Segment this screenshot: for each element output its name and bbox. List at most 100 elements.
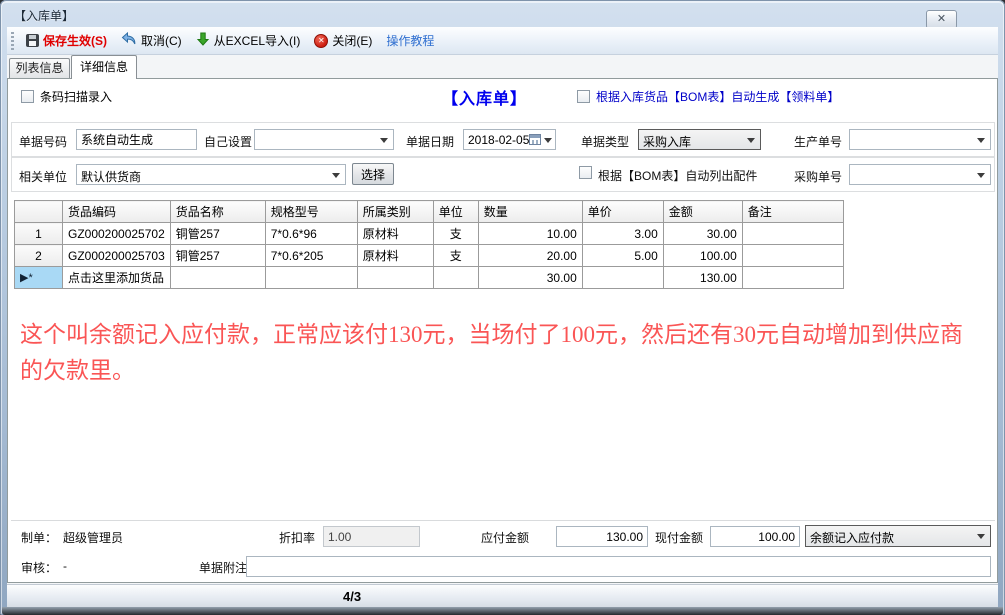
calendar-icon bbox=[529, 134, 541, 145]
maker-label: 制单： bbox=[21, 529, 57, 546]
col-header-category[interactable]: 所属类别 bbox=[357, 201, 433, 223]
cell-category[interactable] bbox=[357, 267, 433, 289]
cell-amount[interactable]: 30.00 bbox=[663, 223, 742, 245]
cell-price[interactable]: 3.00 bbox=[582, 223, 663, 245]
row-number[interactable]: 2 bbox=[15, 245, 63, 267]
self-set-combobox[interactable] bbox=[254, 129, 394, 150]
doc-type-combobox-value: 采购入库 bbox=[643, 133, 691, 150]
doc-no-label: 单据号码 bbox=[19, 133, 67, 150]
down-arrow-icon bbox=[196, 32, 210, 49]
close-form-button-label: 关闭(E) bbox=[332, 32, 372, 49]
chevron-down-icon bbox=[380, 138, 388, 147]
cell-category[interactable]: 原材料 bbox=[357, 223, 433, 245]
toolbar: 保存生效(S) 取消(C) 从EXCEL导入(I) ✕ 关闭(E) 操作教程 bbox=[7, 27, 998, 55]
balance-mode-value: 余额记入应付款 bbox=[810, 529, 894, 546]
col-header-name[interactable]: 货品名称 bbox=[170, 201, 265, 223]
purchase-no-combobox[interactable] bbox=[849, 164, 991, 185]
add-goods-cell[interactable]: 点击这里添加货品 bbox=[63, 267, 171, 289]
col-header-price[interactable]: 单价 bbox=[582, 201, 663, 223]
new-row-marker[interactable]: ▶* bbox=[15, 267, 63, 289]
window-title: 【入库单】 bbox=[14, 7, 74, 24]
cell-amount[interactable]: 100.00 bbox=[663, 245, 742, 267]
cell-unit[interactable] bbox=[433, 267, 478, 289]
cell-qty[interactable]: 20.00 bbox=[478, 245, 582, 267]
payable-input[interactable] bbox=[556, 526, 648, 547]
cell-remark[interactable] bbox=[742, 267, 843, 289]
audit-label: 审核： bbox=[21, 559, 57, 576]
cell-name[interactable]: 铜管257 bbox=[170, 245, 265, 267]
amount-total-cell: 130.00 bbox=[663, 267, 742, 289]
payable-label: 应付金额 bbox=[481, 529, 529, 546]
self-set-label: 自己设置 bbox=[204, 133, 252, 150]
doc-date-picker[interactable]: 2018-02-05 bbox=[463, 129, 556, 150]
cell-category[interactable]: 原材料 bbox=[357, 245, 433, 267]
bom-generate-checkbox[interactable] bbox=[577, 90, 590, 103]
cell-unit[interactable]: 支 bbox=[433, 223, 478, 245]
cell-spec[interactable]: 7*0.6*96 bbox=[265, 223, 357, 245]
tutorial-link-label: 操作教程 bbox=[386, 32, 434, 49]
cell-spec[interactable] bbox=[265, 267, 357, 289]
red-circle-x-icon: ✕ bbox=[314, 34, 328, 48]
doc-no-input[interactable] bbox=[76, 129, 197, 150]
cell-qty[interactable]: 10.00 bbox=[478, 223, 582, 245]
bom-list-checkbox[interactable] bbox=[579, 166, 592, 179]
cell-remark[interactable] bbox=[742, 245, 843, 267]
note-label: 单据附注 bbox=[199, 559, 247, 576]
tutorial-link[interactable]: 操作教程 bbox=[379, 29, 441, 53]
col-header-remark[interactable]: 备注 bbox=[742, 201, 843, 223]
page-indicator: 4/3 bbox=[343, 589, 361, 604]
related-unit-combobox[interactable]: 默认供货商 bbox=[76, 164, 346, 185]
cell-code[interactable]: GZ000200025703 bbox=[63, 245, 171, 267]
form-title: 【入库单】 bbox=[442, 85, 527, 109]
bom-list-label: 根据【BOM表】自动列出配件 bbox=[598, 167, 757, 184]
cell-price[interactable]: 5.00 bbox=[582, 245, 663, 267]
close-form-button[interactable]: ✕ 关闭(E) bbox=[307, 29, 379, 53]
table-row: 2 GZ000200025703 铜管257 7*0.6*205 原材料 支 2… bbox=[15, 245, 844, 267]
detail-tab-page: 条码扫描录入 【入库单】 根据入库货品【BOM表】自动生成【领料单】 单据号码 … bbox=[7, 78, 998, 583]
cell-remark[interactable] bbox=[742, 223, 843, 245]
select-supplier-button[interactable]: 选择 bbox=[352, 163, 394, 185]
chevron-down-icon bbox=[977, 534, 985, 543]
footer-separator bbox=[11, 520, 995, 521]
doc-type-label: 单据类型 bbox=[581, 133, 629, 150]
doc-type-combobox[interactable]: 采购入库 bbox=[638, 129, 761, 150]
col-header-amount[interactable]: 金额 bbox=[663, 201, 742, 223]
barcode-scan-checkbox[interactable] bbox=[21, 90, 34, 103]
prod-no-label: 生产单号 bbox=[794, 133, 842, 150]
table-row: 1 GZ000200025702 铜管257 7*0.6*96 原材料 支 10… bbox=[15, 223, 844, 245]
col-header-unit[interactable]: 单位 bbox=[433, 201, 478, 223]
tab-list-info[interactable]: 列表信息 bbox=[9, 58, 70, 78]
doc-date-label: 单据日期 bbox=[406, 133, 454, 150]
col-header-spec[interactable]: 规格型号 bbox=[265, 201, 357, 223]
cancel-button[interactable]: 取消(C) bbox=[114, 29, 189, 53]
cell-name[interactable]: 铜管257 bbox=[170, 223, 265, 245]
save-button[interactable]: 保存生效(S) bbox=[19, 29, 114, 53]
note-input[interactable] bbox=[246, 556, 991, 577]
cell-code[interactable]: GZ000200025702 bbox=[63, 223, 171, 245]
status-bar: 4/3 bbox=[7, 584, 998, 607]
qty-total-cell: 30.00 bbox=[478, 267, 582, 289]
tab-detail-info[interactable]: 详细信息 bbox=[71, 55, 137, 79]
chevron-down-icon bbox=[747, 138, 755, 147]
excel-import-button-label: 从EXCEL导入(I) bbox=[214, 32, 301, 49]
discount-input bbox=[323, 526, 420, 547]
chevron-down-icon bbox=[977, 173, 985, 182]
paid-input[interactable] bbox=[710, 526, 800, 547]
col-header-code[interactable]: 货品编码 bbox=[63, 201, 171, 223]
related-unit-label: 相关单位 bbox=[19, 168, 67, 185]
excel-import-button[interactable]: 从EXCEL导入(I) bbox=[189, 29, 308, 53]
cell-price[interactable] bbox=[582, 267, 663, 289]
purchase-no-label: 采购单号 bbox=[794, 168, 842, 185]
col-header-qty[interactable]: 数量 bbox=[478, 201, 582, 223]
cell-spec[interactable]: 7*0.6*205 bbox=[265, 245, 357, 267]
barcode-scan-label: 条码扫描录入 bbox=[40, 88, 112, 105]
toolbar-grip[interactable] bbox=[11, 32, 14, 50]
balance-mode-combobox[interactable]: 余额记入应付款 bbox=[805, 525, 991, 547]
audit-value: - bbox=[63, 559, 67, 573]
cell-unit[interactable]: 支 bbox=[433, 245, 478, 267]
discount-label: 折扣率 bbox=[279, 529, 315, 546]
row-number[interactable]: 1 bbox=[15, 223, 63, 245]
cell-name[interactable] bbox=[170, 267, 265, 289]
prod-no-combobox[interactable] bbox=[849, 129, 991, 150]
row-header-column bbox=[15, 201, 63, 223]
